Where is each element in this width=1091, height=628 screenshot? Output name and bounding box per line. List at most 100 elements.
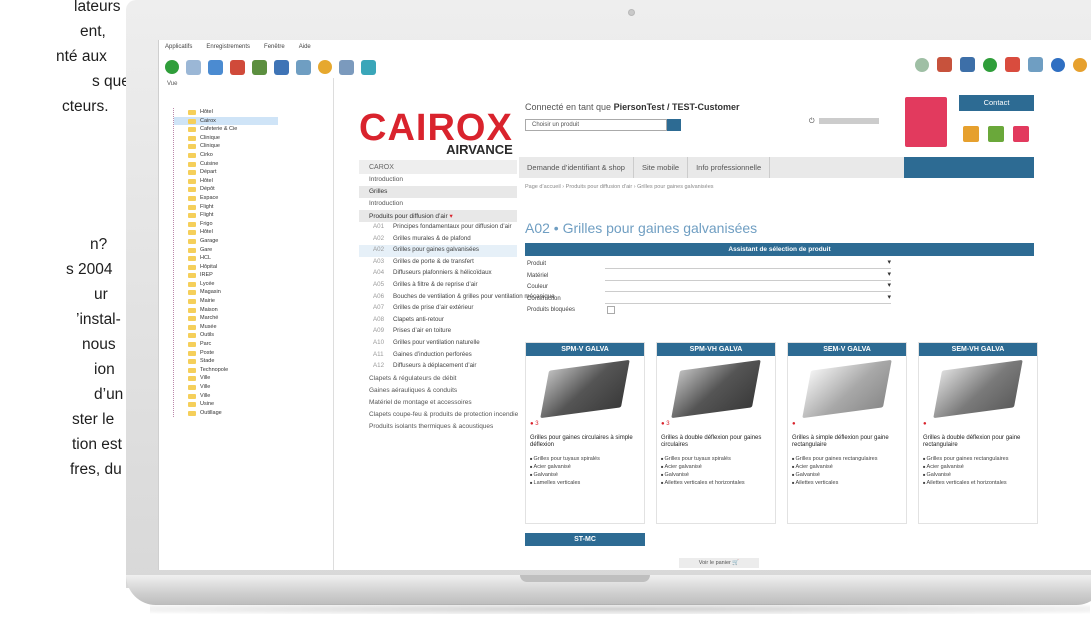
sidenav-subitem[interactable]: A02 Grilles pour gaines galvanisées <box>359 245 517 257</box>
help-icon[interactable] <box>1051 57 1065 72</box>
tree-icon[interactable] <box>296 59 311 75</box>
clock-icon[interactable] <box>318 60 332 74</box>
tree-item[interactable]: Flight <box>174 211 278 220</box>
menu-item[interactable]: Fenêtre <box>264 44 285 52</box>
sidenav-subitem[interactable]: A02 Grilles murales & de plafond <box>359 234 517 246</box>
grid-icon[interactable] <box>208 59 223 75</box>
tree-item[interactable]: Flight <box>174 203 278 212</box>
tree-item[interactable]: Usine <box>174 400 278 409</box>
tree-item[interactable]: Outillage <box>174 409 278 418</box>
document-icon[interactable] <box>339 59 354 75</box>
tree-item[interactable]: HCL <box>174 254 278 263</box>
tree-item[interactable]: Clinique <box>174 142 278 151</box>
sidenav-subitem[interactable]: A04 Diffuseurs plafonniers & hélicoïdaux <box>359 268 517 280</box>
tree-item[interactable]: Dépôt <box>174 185 278 194</box>
product-choice-select[interactable]: Choisir un produit <box>525 119 667 131</box>
refresh-icon[interactable] <box>165 60 179 74</box>
search-icon[interactable] <box>186 59 201 75</box>
user-icon[interactable] <box>1073 57 1087 72</box>
flag-icon[interactable] <box>1005 57 1020 72</box>
contact-button[interactable]: Contact <box>959 95 1034 111</box>
filter-checkbox[interactable] <box>607 306 615 314</box>
menu-item[interactable]: Aide <box>299 44 311 52</box>
tree-item[interactable]: Stade <box>174 357 278 366</box>
tree-item[interactable]: Ville <box>174 392 278 401</box>
sidenav-subitem[interactable]: A11 Gaines d’induction perforées <box>359 350 517 362</box>
filter-select[interactable] <box>605 293 891 304</box>
tree-item[interactable]: Ville <box>174 374 278 383</box>
brand-logo[interactable]: CAIROX AIRVANCE <box>359 108 513 157</box>
tree-item[interactable]: Hôtel <box>174 108 278 117</box>
window-icon[interactable] <box>960 57 975 72</box>
sidenav-subitem[interactable]: A07 Grilles de prise d’air extérieur <box>359 303 517 315</box>
product-card[interactable]: SPM-VH GALVA ● 3 Grilles à double déflex… <box>656 342 776 524</box>
sidenav-subitem[interactable]: A12 Diffuseurs à déplacement d’air <box>359 361 517 373</box>
zoom-icon[interactable] <box>915 57 929 72</box>
notes-icon[interactable] <box>1028 57 1043 72</box>
star-icon[interactable] <box>988 126 1004 142</box>
building-icon[interactable] <box>274 59 289 75</box>
tree-item[interactable]: Poste <box>174 349 278 358</box>
sidenav-item[interactable]: Introduction <box>359 174 517 186</box>
tree-item[interactable]: Clinique <box>174 134 278 143</box>
sidenav-subitem[interactable]: A03 Grilles de porte & de transfert <box>359 257 517 269</box>
tab-item[interactable]: Site mobile <box>634 157 689 178</box>
tree-item[interactable]: Frigo <box>174 220 278 229</box>
sidenav-item[interactable]: Produits isolants thermiques & acoustiqu… <box>359 421 517 433</box>
sidenav-item[interactable]: Clapets & régulateurs de débit <box>359 373 517 385</box>
sidenav-subitem[interactable]: A01 Principes fondamentaux pour diffusion… <box>359 222 517 234</box>
sidenav-subitem[interactable]: A10 Grilles pour ventilation naturelle <box>359 338 517 350</box>
filter-select[interactable] <box>605 258 891 269</box>
sidenav-subitem[interactable]: A09 Prises d’air en toiture <box>359 326 517 338</box>
tab-item[interactable]: Info professionnelle <box>688 157 771 178</box>
menu-item[interactable]: Applicatifs <box>165 44 192 52</box>
tree-item[interactable]: Hôpital <box>174 263 278 272</box>
arrows-icon[interactable] <box>361 59 376 75</box>
transfer-icon[interactable] <box>230 59 245 75</box>
tree-item[interactable]: Marché <box>174 314 278 323</box>
choice-go-button[interactable] <box>667 119 681 131</box>
product-card[interactable]: SEM-V GALVA ● Grilles à simple déflexion… <box>787 342 907 524</box>
tree-item[interactable]: Cafeterie & Cie <box>174 125 278 134</box>
tree-item[interactable]: Hôtel <box>174 228 278 237</box>
sidenav-item[interactable]: Grilles <box>359 186 517 198</box>
logout-button[interactable]: ⏻ <box>809 118 879 126</box>
sidenav-subitem[interactable]: A05 Grilles à filtre & de reprise d’air <box>359 280 517 292</box>
tree-item[interactable]: Cuisine <box>174 160 278 169</box>
menu-item[interactable]: Enregistrements <box>206 44 250 52</box>
cart-icon[interactable] <box>1013 126 1029 142</box>
tree-item[interactable]: Technopole <box>174 366 278 375</box>
sidenav-item[interactable]: Introduction <box>359 198 517 210</box>
tree-item[interactable]: Magasin <box>174 288 278 297</box>
sidenav-item[interactable]: Clapets coupe-feu & produits de protecti… <box>359 409 518 421</box>
chart-icon[interactable] <box>937 57 952 72</box>
home-icon[interactable] <box>963 126 979 142</box>
product-card-title[interactable]: ST-MC <box>525 533 645 546</box>
breadcrumb[interactable]: Page d’accueil › Produits pour diffusion… <box>525 184 714 190</box>
sidenav-subitem[interactable]: A08 Clapets anti-retour <box>359 315 517 327</box>
tree-item[interactable]: Cairox <box>174 116 278 126</box>
sidenav-subitem[interactable]: A06 Bouches de ventilation & grilles pour… <box>359 292 555 304</box>
tab-item[interactable]: Demande d’identifiant & shop <box>519 157 634 178</box>
tree-item[interactable]: Outils <box>174 331 278 340</box>
tree-item[interactable]: Parc <box>174 340 278 349</box>
tree-item[interactable]: Mairie <box>174 297 278 306</box>
power-icon[interactable] <box>983 57 997 72</box>
tree-item[interactable]: Départ <box>174 168 278 177</box>
tree-item[interactable]: Musée <box>174 323 278 332</box>
see-more-button[interactable]: Voir le panier 🛒 <box>679 558 759 568</box>
tree-item[interactable]: IREP <box>174 271 278 280</box>
sidenav-item[interactable]: Produits pour diffusion d’air ▾ <box>359 210 517 222</box>
users-icon[interactable] <box>252 59 267 75</box>
sidenav-title[interactable]: CAROX <box>359 160 517 174</box>
filter-select[interactable] <box>605 270 891 281</box>
sidenav-item[interactable]: Matériel de montage et accessoires <box>359 397 517 409</box>
tree-item[interactable]: Gare <box>174 246 278 255</box>
product-card[interactable]: SPM-V GALVA ● 3 Grilles pour gaines circ… <box>525 342 645 524</box>
sidenav-item[interactable]: Gaines aérauliques & conduits <box>359 385 517 397</box>
tree-item[interactable]: Garage <box>174 237 278 246</box>
tab-search-area[interactable] <box>904 157 1034 178</box>
tree-item[interactable]: Lycée <box>174 280 278 289</box>
product-card[interactable]: SEM-VH GALVA ● Grilles à double déflexio… <box>918 342 1038 524</box>
contact-avatar-icon[interactable] <box>905 97 947 147</box>
